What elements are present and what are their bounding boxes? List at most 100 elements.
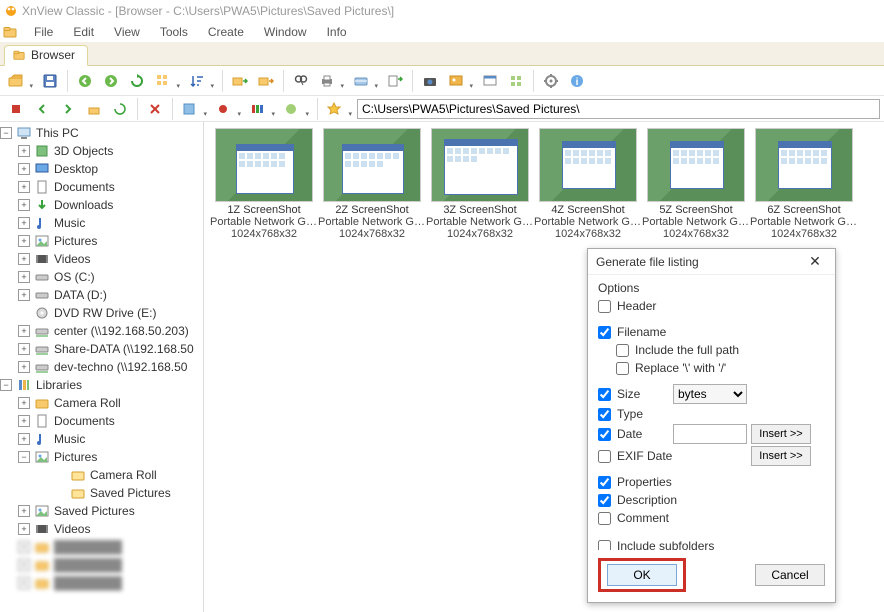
expander-icon[interactable]: + bbox=[18, 361, 30, 373]
stop-button[interactable] bbox=[4, 97, 28, 121]
close-icon[interactable]: ✕ bbox=[803, 253, 827, 270]
path-refresh2-button[interactable] bbox=[108, 97, 132, 121]
menu-view[interactable]: View bbox=[104, 23, 150, 41]
expander-icon[interactable]: − bbox=[18, 451, 30, 463]
tree-item[interactable]: −Libraries bbox=[0, 376, 203, 394]
delete-button[interactable] bbox=[143, 97, 167, 121]
open-button[interactable] bbox=[4, 69, 36, 93]
properties-checkbox[interactable] bbox=[598, 476, 611, 489]
expander-icon[interactable]: + bbox=[18, 397, 30, 409]
menu-edit[interactable]: Edit bbox=[63, 23, 104, 41]
date-checkbox[interactable] bbox=[598, 428, 611, 441]
date-format-input[interactable] bbox=[673, 424, 747, 444]
move-to-button[interactable] bbox=[254, 69, 278, 93]
include-full-path-checkbox[interactable] bbox=[616, 344, 629, 357]
expander-icon[interactable]: + bbox=[18, 523, 30, 535]
tag-button[interactable] bbox=[280, 97, 312, 121]
capture-button[interactable] bbox=[418, 69, 442, 93]
color-label-button[interactable] bbox=[246, 97, 278, 121]
exif-date-checkbox[interactable] bbox=[598, 450, 611, 463]
expander-icon[interactable]: + bbox=[18, 145, 30, 157]
expander-icon[interactable]: − bbox=[0, 127, 12, 139]
type-checkbox[interactable] bbox=[598, 408, 611, 421]
rating-button[interactable] bbox=[212, 97, 244, 121]
header-checkbox[interactable] bbox=[598, 300, 611, 313]
path-back-button[interactable] bbox=[30, 97, 54, 121]
thumbnail-item[interactable]: 5Z ScreenShotPortable Network Gr...1024x… bbox=[642, 128, 750, 240]
expander-icon[interactable]: + bbox=[18, 181, 30, 193]
tree-item[interactable]: +Desktop bbox=[0, 160, 203, 178]
tree-item[interactable]: −Pictures bbox=[0, 448, 203, 466]
size-checkbox[interactable] bbox=[598, 388, 611, 401]
tree-item[interactable]: DVD RW Drive (E:) bbox=[0, 304, 203, 322]
thumbnail-item[interactable]: 1Z ScreenShotPortable Network Gr...1024x… bbox=[210, 128, 318, 240]
expander-icon[interactable]: + bbox=[18, 433, 30, 445]
menu-create[interactable]: Create bbox=[198, 23, 254, 41]
menu-file[interactable]: File bbox=[24, 23, 63, 41]
slideshow-button[interactable] bbox=[444, 69, 476, 93]
path-input[interactable] bbox=[357, 99, 880, 119]
description-checkbox[interactable] bbox=[598, 494, 611, 507]
save-button[interactable] bbox=[38, 69, 62, 93]
filename-checkbox[interactable] bbox=[598, 326, 611, 339]
settings-button[interactable] bbox=[539, 69, 563, 93]
expander-icon[interactable]: + bbox=[18, 217, 30, 229]
cancel-button[interactable]: Cancel bbox=[755, 564, 825, 586]
tree-item[interactable]: Camera Roll bbox=[0, 466, 203, 484]
tree-item[interactable]: +Pictures bbox=[0, 232, 203, 250]
thumbnail-item[interactable]: 2Z ScreenShotPortable Network Gr...1024x… bbox=[318, 128, 426, 240]
batch-convert-button[interactable] bbox=[383, 69, 407, 93]
webpage-button[interactable] bbox=[478, 69, 502, 93]
menu-tools[interactable]: Tools bbox=[150, 23, 198, 41]
refresh-button[interactable] bbox=[125, 69, 149, 93]
expander-icon[interactable]: + bbox=[18, 289, 30, 301]
path-up-button[interactable] bbox=[82, 97, 106, 121]
favorites-button[interactable] bbox=[323, 97, 355, 121]
include-subfolders-checkbox[interactable] bbox=[598, 540, 611, 551]
tree-item[interactable]: +Music bbox=[0, 214, 203, 232]
tree-item[interactable]: +DATA (D:) bbox=[0, 286, 203, 304]
about-button[interactable]: i bbox=[565, 69, 589, 93]
tree-item[interactable]: +dev-techno (\\192.168.50 bbox=[0, 358, 203, 376]
folder-tree[interactable]: −This PC+3D Objects+Desktop+Documents+Do… bbox=[0, 122, 204, 612]
menu-info[interactable]: Info bbox=[317, 23, 357, 41]
tree-item[interactable]: +Share-DATA (\\192.168.50 bbox=[0, 340, 203, 358]
expander-icon[interactable]: + bbox=[18, 199, 30, 211]
expander-icon[interactable]: + bbox=[18, 343, 30, 355]
nav-back-button[interactable] bbox=[73, 69, 97, 93]
tree-item[interactable]: +Documents bbox=[0, 412, 203, 430]
date-insert-button[interactable]: Insert >> bbox=[751, 424, 811, 444]
tree-item[interactable]: +Videos bbox=[0, 520, 203, 538]
expander-icon[interactable]: + bbox=[18, 325, 30, 337]
expander-icon[interactable]: + bbox=[18, 253, 30, 265]
expander-icon[interactable]: + bbox=[18, 415, 30, 427]
exif-insert-button[interactable]: Insert >> bbox=[751, 446, 811, 466]
replace-slash-checkbox[interactable] bbox=[616, 362, 629, 375]
scan-button[interactable] bbox=[349, 69, 381, 93]
tree-item[interactable]: +Downloads bbox=[0, 196, 203, 214]
tab-browser[interactable]: Browser bbox=[4, 45, 88, 66]
expander-icon[interactable]: + bbox=[18, 505, 30, 517]
sort-button[interactable] bbox=[185, 69, 217, 93]
tree-item[interactable]: +center (\\192.168.50.203) bbox=[0, 322, 203, 340]
tree-item[interactable]: +Documents bbox=[0, 178, 203, 196]
path-forward-button[interactable] bbox=[56, 97, 80, 121]
print-button[interactable] bbox=[315, 69, 347, 93]
filter-button[interactable] bbox=[178, 97, 210, 121]
menu-window[interactable]: Window bbox=[254, 23, 317, 41]
tree-item[interactable]: +Music bbox=[0, 430, 203, 448]
ok-button[interactable]: OK bbox=[607, 564, 677, 586]
tree-item[interactable]: Saved Pictures bbox=[0, 484, 203, 502]
expander-icon[interactable]: + bbox=[18, 271, 30, 283]
expander-icon[interactable]: − bbox=[0, 379, 12, 391]
tree-item[interactable]: −This PC bbox=[0, 124, 203, 142]
thumbnail-item[interactable]: 3Z ScreenShotPortable Network Gr...1024x… bbox=[426, 128, 534, 240]
search-button[interactable] bbox=[289, 69, 313, 93]
size-unit-select[interactable]: bytesKBMB bbox=[673, 384, 747, 404]
tree-item[interactable]: +Camera Roll bbox=[0, 394, 203, 412]
tree-item[interactable]: +Saved Pictures bbox=[0, 502, 203, 520]
expander-icon[interactable]: + bbox=[18, 235, 30, 247]
tree-item[interactable]: +Videos bbox=[0, 250, 203, 268]
view-mode-button[interactable] bbox=[151, 69, 183, 93]
tree-item[interactable]: +OS (C:) bbox=[0, 268, 203, 286]
